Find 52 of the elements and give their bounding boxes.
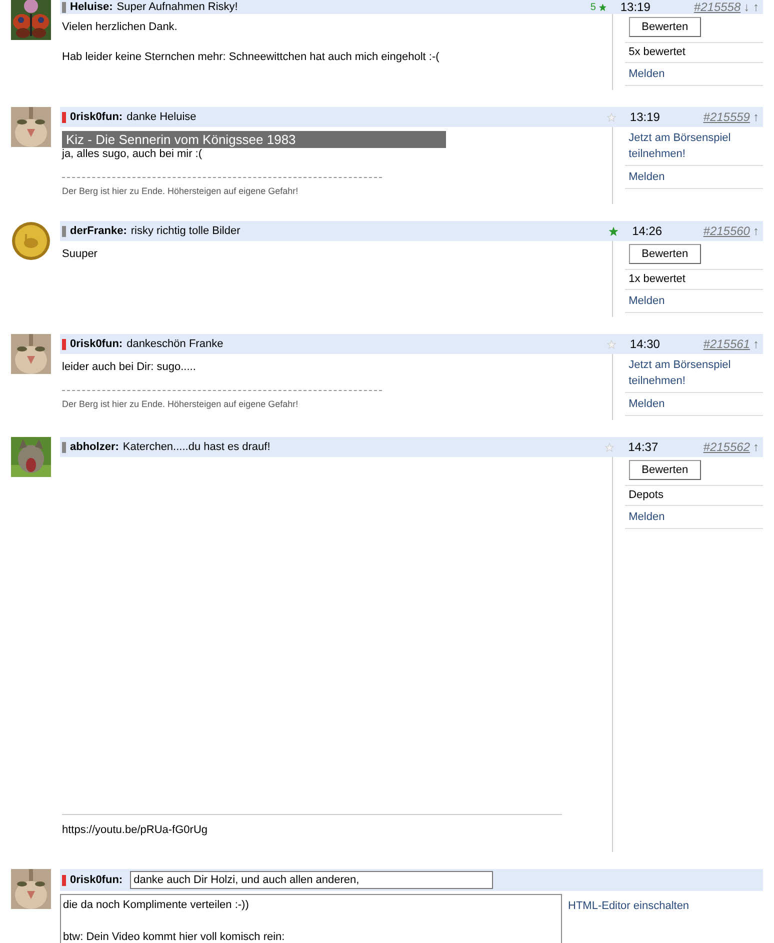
post-number-link[interactable]: #215561	[703, 337, 750, 351]
side-link[interactable]: Melden	[628, 509, 759, 525]
navigation-arrows[interactable]: ↑	[752, 337, 759, 351]
post-title: Super Aufnahmen Risky!	[116, 1, 239, 13]
navigation-arrows[interactable]: ↑	[753, 440, 759, 454]
post-time: 13:19	[619, 0, 652, 14]
side-link[interactable]: Melden	[628, 169, 759, 185]
author-name[interactable]: 0risk0fun:	[70, 338, 123, 350]
side-text: Depots	[628, 489, 664, 501]
post-text: Suuper	[62, 247, 98, 261]
rating-count: 5	[590, 2, 596, 12]
post-text: ja, alles sugo, auch bei mir :(	[62, 147, 204, 161]
rate-button[interactable]: Bewerten	[628, 244, 702, 264]
rate-button[interactable]: Bewerten	[628, 460, 702, 480]
post-title: risky richtig tolle Bilder	[130, 225, 242, 237]
side-link[interactable]: Melden	[628, 396, 759, 412]
side-link[interactable]: Jetzt am Börsenspiel teilnehmen!	[628, 357, 759, 389]
post-title: Katerchen.....du hast es drauf!	[122, 441, 272, 453]
post-number-link[interactable]: #215558	[694, 0, 741, 14]
signature-text: Der Berg ist hier zu Ende. Höhersteigen auf eigene Gefahr!	[62, 390, 382, 409]
post-title: dankeschön Franke	[126, 338, 224, 350]
rate-button[interactable]: Bewerten	[628, 17, 702, 37]
side-link[interactable]: Melden	[628, 293, 759, 309]
post-text: Hab leider keine Sternchen mehr: Schneewittchen hat auch mich eingeholt :-(	[62, 50, 440, 64]
post-number-link[interactable]: #215562	[703, 440, 750, 454]
post-number-link[interactable]: #215559	[703, 110, 750, 124]
post-title: danke Heluise	[126, 111, 198, 123]
post-time: 14:37	[627, 440, 660, 454]
side-link[interactable]: Melden	[628, 66, 759, 82]
author-name: 0risk0fun:	[70, 874, 123, 886]
post-text: Vielen herzlichen Dank.	[62, 20, 178, 34]
author-name[interactable]: abholzer:	[70, 441, 119, 453]
navigation-arrows[interactable]: ↑	[752, 224, 759, 238]
message-input-field[interactable]: die da noch Komplimente verteilen :-)) btw: Dein Video kommt hier voll komisch rein:	[60, 894, 562, 943]
side-link[interactable]: Jetzt am Börsenspiel teilnehmen!	[628, 130, 759, 162]
video-link[interactable]: https://youtu.be/pRUa-fG0rUg	[62, 824, 610, 844]
title-input-field[interactable]: danke auch Dir Holzi, und auch allen anderen,	[130, 871, 493, 889]
navigation-arrows[interactable]: ↓ ↑	[744, 0, 759, 14]
author-name[interactable]: derFranke:	[70, 225, 127, 237]
post-number-link[interactable]: #215560	[703, 224, 750, 238]
post-time: 14:30	[628, 337, 661, 351]
post-time: 13:19	[628, 110, 661, 124]
post-text: leider auch bei Dir: sugo.....	[62, 360, 197, 374]
navigation-arrows[interactable]: ↑	[752, 110, 759, 124]
signature-text: Der Berg ist hier zu Ende. Höhersteigen auf eigene Gefahr!	[62, 177, 382, 196]
author-name[interactable]: Heluise:	[70, 1, 113, 13]
author-name[interactable]: 0risk0fun:	[70, 111, 123, 123]
side-text: 5x bewertet	[628, 46, 686, 58]
html-editor-link[interactable]: HTML-Editor einschalten	[568, 898, 690, 914]
post-time: 14:26	[631, 224, 664, 238]
video-title-overlay: Kiz - Die Sennerin vom Königssee 1983	[62, 131, 446, 148]
side-text: 1x bewertet	[628, 273, 686, 285]
